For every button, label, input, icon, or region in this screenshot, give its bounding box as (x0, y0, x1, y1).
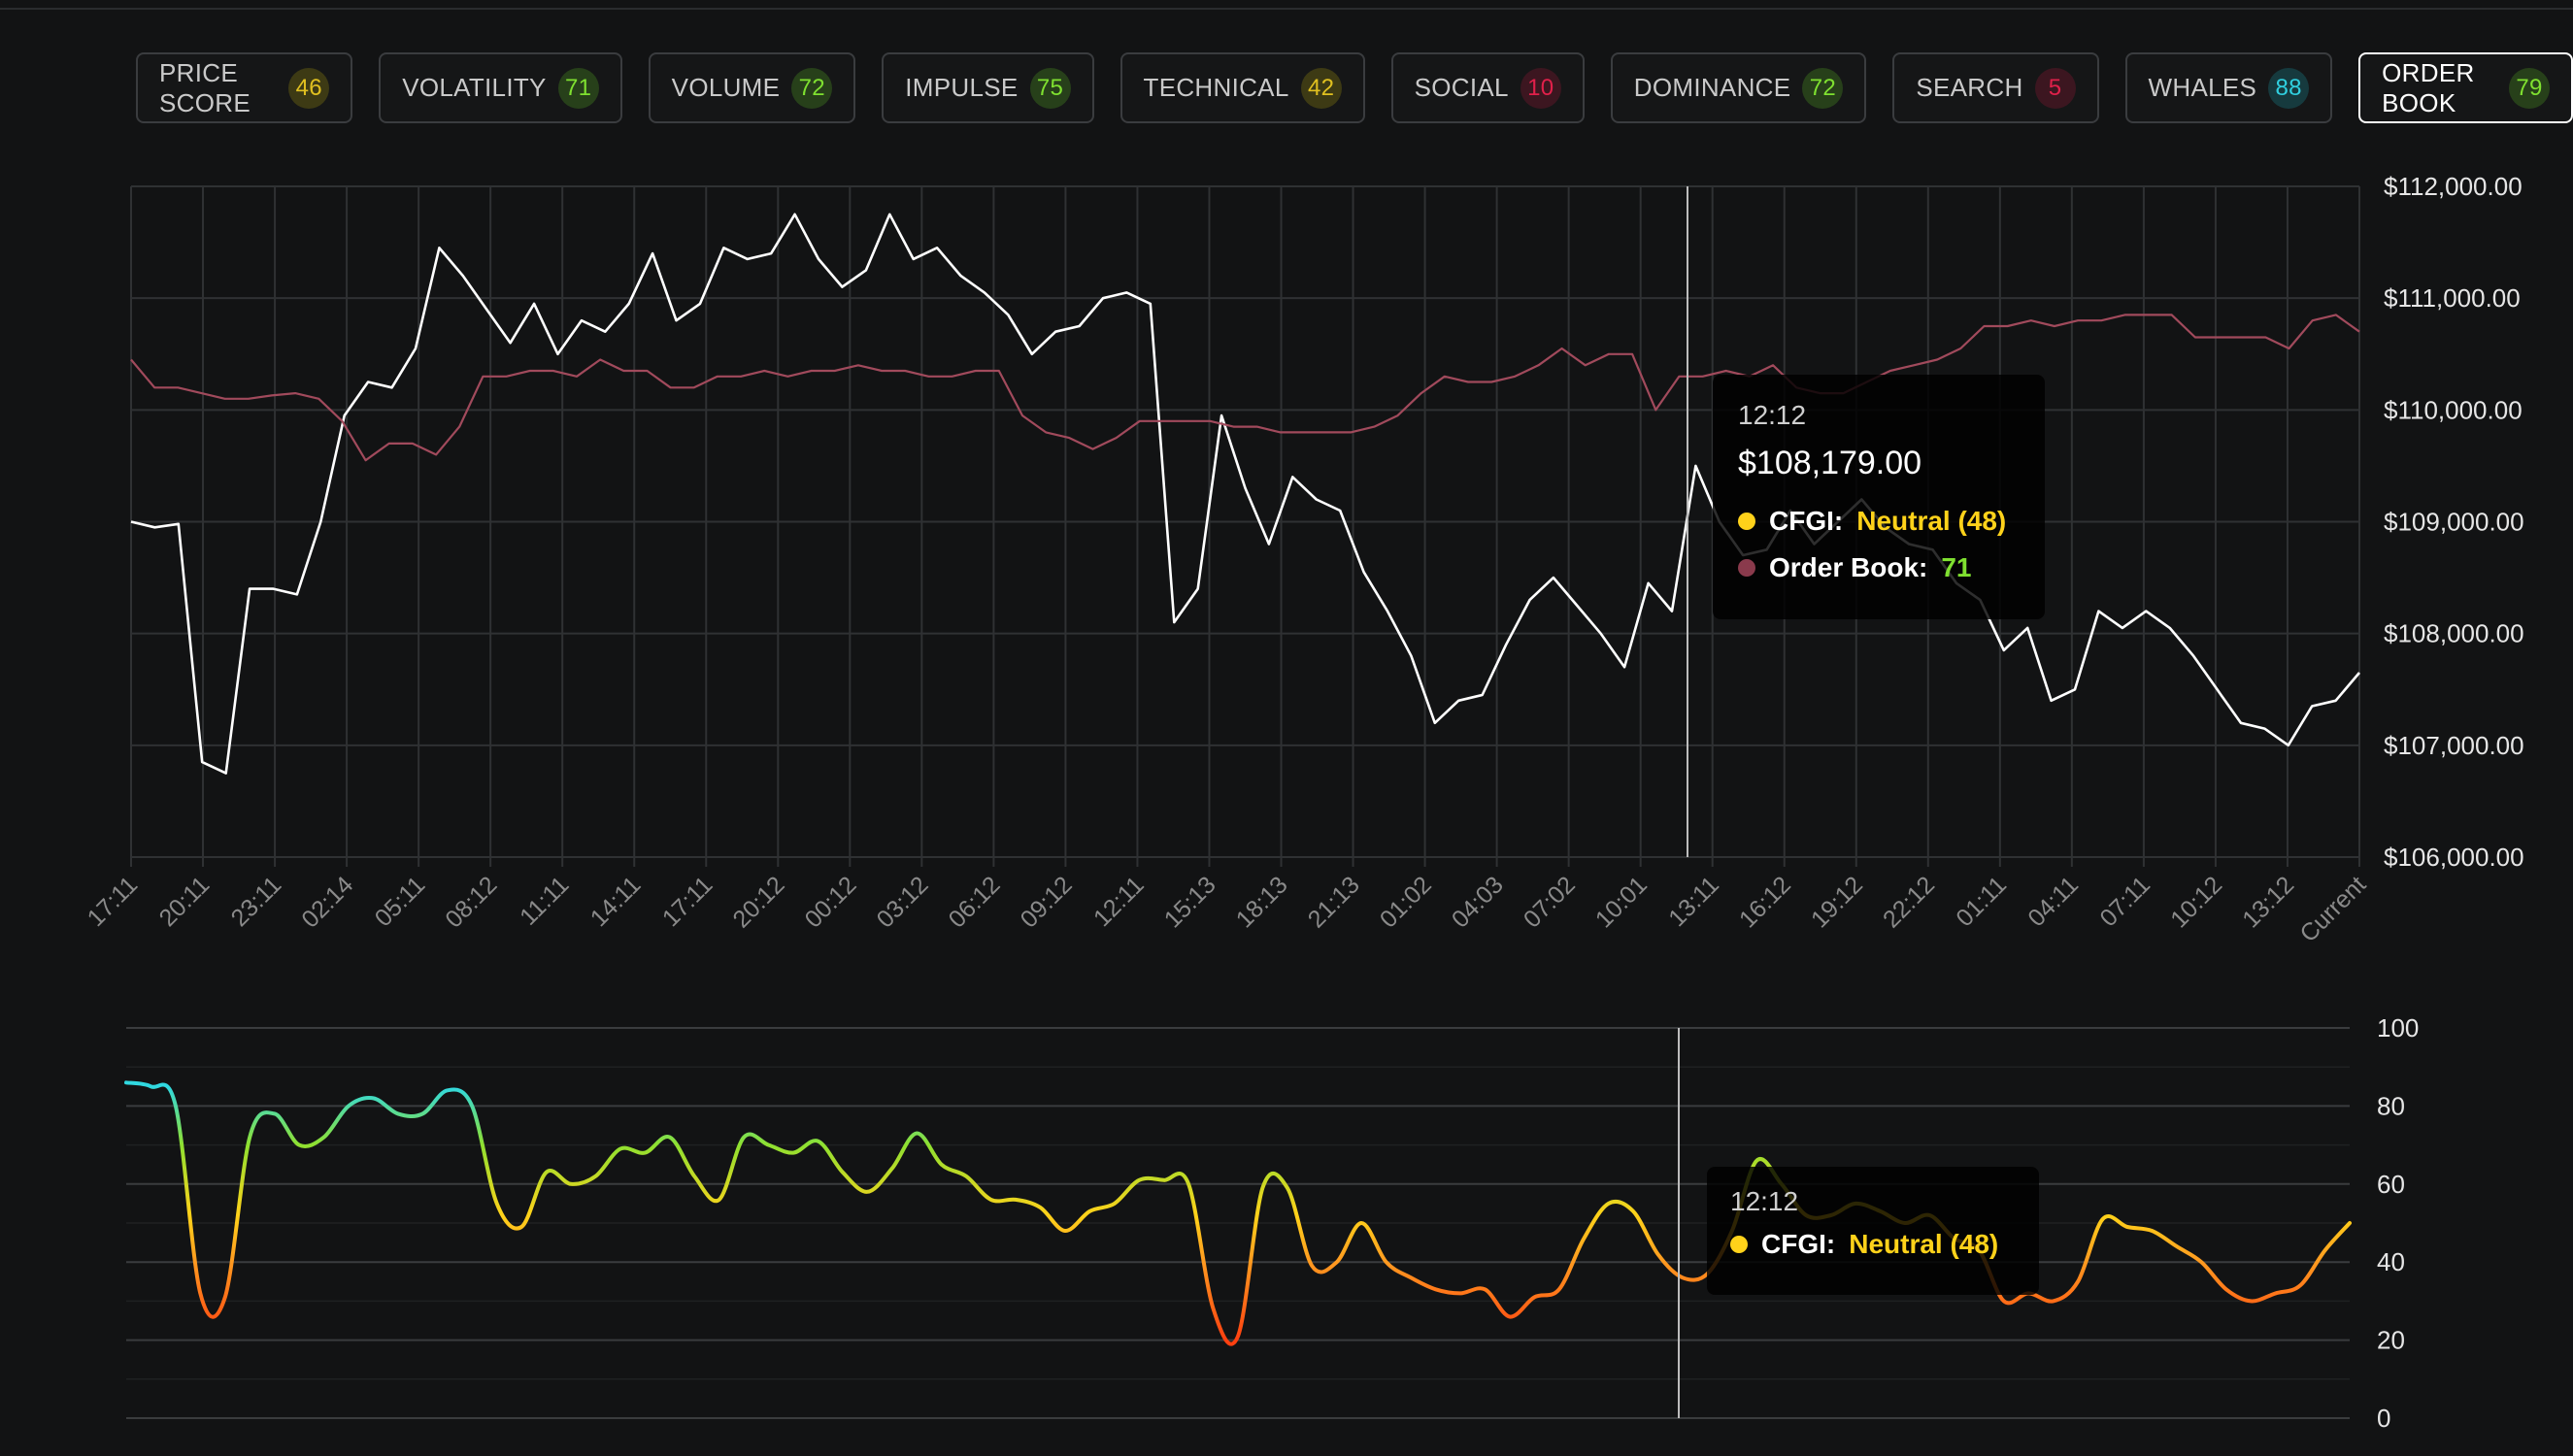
cfgi-tooltip: 12:12 CFGI: Neutral (48) (1707, 1167, 2039, 1295)
tooltip-row-label: CFGI: (1769, 506, 1844, 536)
tooltip-row-value: Neutral (48) (1849, 1229, 1999, 1259)
y-tick-label: 60 (2377, 1170, 2405, 1199)
tooltip-row-value: 71 (1941, 552, 1972, 582)
order-book-dot-icon (1738, 559, 1755, 577)
tooltip-row-value: Neutral (48) (1856, 506, 2007, 536)
cfgi-dot-icon (1730, 1236, 1748, 1253)
y-tick-label: 0 (2377, 1404, 2390, 1433)
cfgi-chart: 0 20 40 60 80 100 (124, 1013, 2419, 1433)
tooltip-row-order-book: Order Book: 71 (1738, 548, 2020, 587)
y-tick-label: 40 (2377, 1247, 2405, 1276)
tooltip-time: 12:12 (1730, 1186, 1799, 1216)
tooltip-price: $108,179.00 (1738, 445, 1922, 481)
tooltip-row-cfgi: CFGI: Neutral (48) (1738, 502, 2020, 541)
y-tick-label: 80 (2377, 1091, 2405, 1120)
tooltip-row-label: CFGI: (1761, 1229, 1836, 1259)
cfgi-dot-icon (1738, 513, 1755, 530)
tooltip-row-cfgi: CFGI: Neutral (48) (1730, 1225, 2016, 1264)
price-tooltip: 12:12 $108,179.00 CFGI: Neutral (48) Ord… (1713, 375, 2045, 619)
tooltip-time: 12:12 (1738, 400, 1807, 430)
y-tick-label: 20 (2377, 1326, 2405, 1355)
y-tick-label: 100 (2377, 1013, 2419, 1042)
tooltip-row-label: Order Book: (1769, 552, 1928, 582)
